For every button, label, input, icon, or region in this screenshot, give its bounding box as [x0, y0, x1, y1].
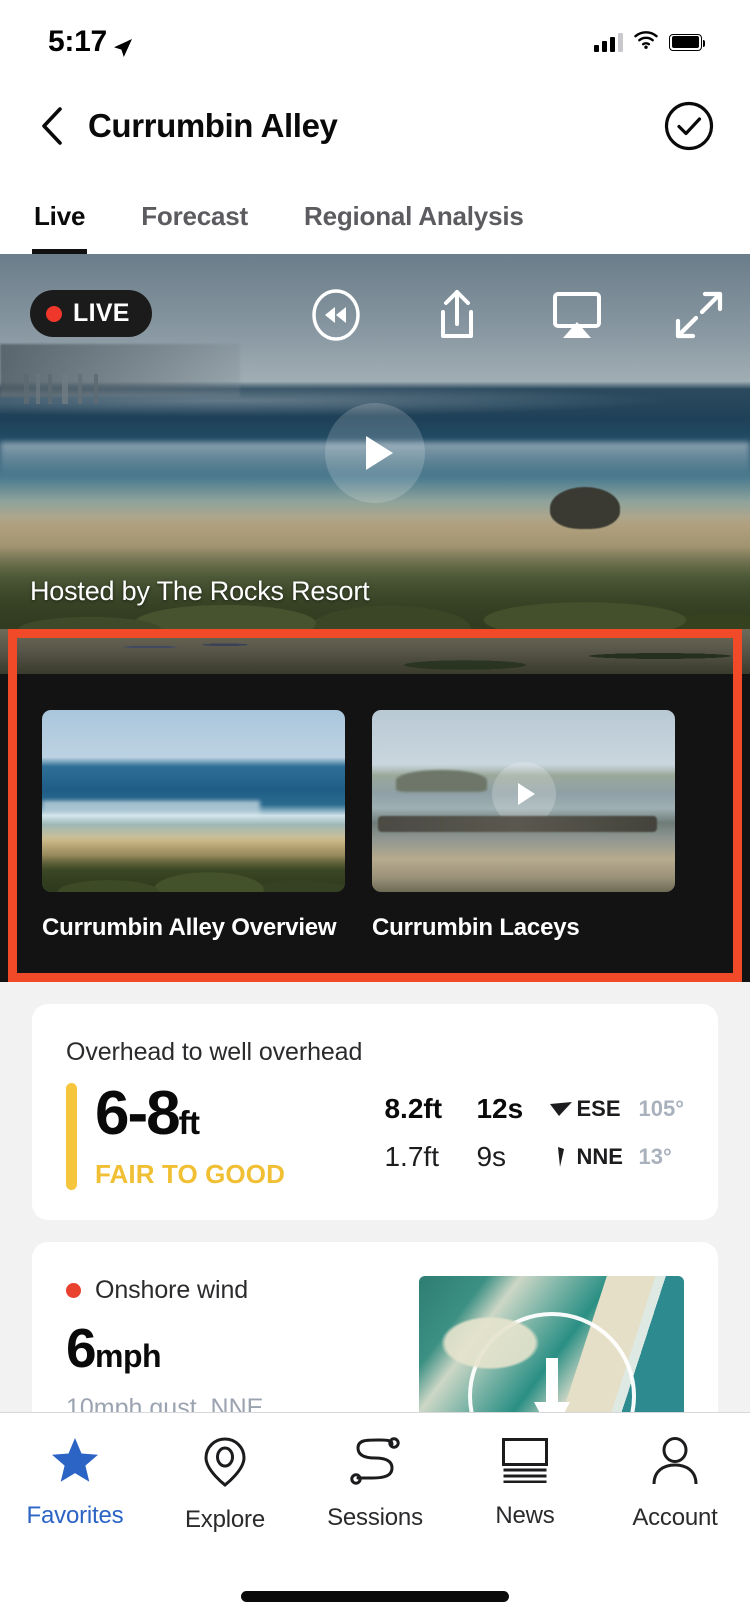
player-controls: [310, 288, 724, 342]
nav-item-account[interactable]: Account: [600, 1437, 750, 1532]
swell-direction: NNE: [576, 1144, 623, 1169]
rating-color-bar: [66, 1083, 77, 1190]
surf-height-group: 6-8ft FAIR TO GOOD: [66, 1083, 285, 1190]
swell-row-secondary: 1.7ft 9s NNE 13°: [384, 1141, 684, 1173]
swell-direction-arrow-icon: [546, 1100, 576, 1118]
wave-height: 6-8ft: [95, 1083, 285, 1145]
camera-item-currumbin-alley-overview[interactable]: Currumbin Alley Overview: [42, 710, 345, 942]
play-icon: [365, 435, 393, 470]
nav-bar: Currumbin Alley: [0, 84, 750, 168]
nav-item-explore[interactable]: Explore: [150, 1437, 300, 1534]
news-icon: [501, 1437, 549, 1488]
hosted-by-label: Hosted by The Rocks Resort: [30, 576, 370, 606]
camera-list-section: Currumbin Alley Overview Currumbin Lacey…: [0, 629, 750, 982]
swell-direction: ESE: [576, 1096, 621, 1121]
page-title: Currumbin Alley: [88, 107, 338, 144]
swell-period: 9s: [476, 1141, 507, 1172]
camera-strip-image-peek: [0, 629, 750, 674]
nav-item-favorites[interactable]: Favorites: [0, 1437, 150, 1530]
swell-list: 8.2ft 12s ESE 105° 1.7ft 9s NNE 13°: [384, 1083, 684, 1190]
swell-period: 12s: [476, 1093, 524, 1124]
video-skyline: [18, 374, 128, 404]
surf-conditions-card[interactable]: Overhead to well overhead 6-8ft FAIR TO …: [32, 1004, 718, 1220]
check-in-button[interactable]: [664, 101, 714, 151]
camera-thumbnail-image[interactable]: [42, 710, 345, 892]
nav-label: Explore: [185, 1506, 265, 1533]
wind-status-dot-icon: [66, 1283, 81, 1298]
chevron-left-icon: [42, 107, 62, 145]
wave-height-unit: ft: [178, 1104, 200, 1141]
wind-speed-unit: mph: [95, 1338, 162, 1374]
camera-thumbnail-image[interactable]: [372, 710, 675, 892]
nav-label: Sessions: [327, 1504, 423, 1531]
camera-thumbnails-row: Currumbin Alley Overview Currumbin Lacey…: [42, 710, 708, 942]
surf-rating: FAIR TO GOOD: [95, 1159, 285, 1189]
swell-direction-arrow-icon: [546, 1146, 576, 1168]
swell-row-primary: 8.2ft 12s ESE 105°: [384, 1093, 684, 1125]
person-icon: [651, 1437, 699, 1490]
live-dot-icon: [46, 305, 62, 322]
cellular-bars-icon: [594, 32, 623, 52]
play-icon: [517, 782, 535, 805]
share-icon[interactable]: [433, 288, 481, 342]
battery-icon: [669, 33, 705, 51]
surf-height-block: 6-8ft FAIR TO GOOD: [95, 1083, 285, 1190]
swell-height: 8.2ft: [384, 1093, 443, 1124]
wind-condition-row: Onshore wind: [66, 1276, 263, 1305]
check-circle-icon: [664, 101, 714, 151]
tab-live[interactable]: Live: [31, 201, 88, 254]
back-button[interactable]: [30, 104, 74, 148]
status-bar-indicators: [594, 30, 705, 54]
live-badge-label: LIVE: [73, 299, 130, 327]
camera-item-currumbin-laceys[interactable]: Currumbin Laceys: [372, 710, 675, 942]
location-arrow-icon: [113, 32, 133, 57]
video-trees: [0, 516, 750, 629]
live-video-player[interactable]: LIVE Hosted by The Rocks Resort: [0, 254, 750, 629]
nav-label: News: [495, 1502, 555, 1529]
nav-item-news[interactable]: News: [450, 1437, 600, 1530]
status-bar-time-group: 5:17: [48, 25, 133, 59]
bottom-nav-bar: Favorites Explore Sessions News Account: [0, 1412, 750, 1624]
home-indicator: [241, 1591, 509, 1602]
play-button[interactable]: [325, 402, 425, 503]
surf-body: 6-8ft FAIR TO GOOD 8.2ft 12s ESE 105° 1.…: [66, 1083, 684, 1190]
fullscreen-icon[interactable]: [674, 290, 724, 340]
wind-speed: 6mph: [66, 1321, 263, 1376]
wifi-icon: [634, 30, 658, 54]
star-icon: [51, 1437, 99, 1488]
airplay-icon[interactable]: [551, 290, 603, 340]
nav-label: Account: [632, 1504, 718, 1531]
camera-play-button[interactable]: [491, 761, 556, 826]
rewind-icon[interactable]: [310, 289, 362, 341]
map-pin-icon: [203, 1437, 247, 1492]
swell-degrees: 13°: [638, 1144, 672, 1169]
nav-item-sessions[interactable]: Sessions: [300, 1437, 450, 1532]
tab-forecast[interactable]: Forecast: [141, 201, 248, 254]
wave-height-value: 6-8: [95, 1079, 181, 1148]
wind-speed-value: 6: [66, 1317, 97, 1379]
nav-label: Favorites: [26, 1502, 124, 1529]
section-tabs: Live Forecast Regional Analysis: [0, 168, 750, 254]
wind-condition-label: Onshore wind: [95, 1276, 249, 1304]
sessions-path-icon: [350, 1437, 400, 1490]
tab-regional-analysis[interactable]: Regional Analysis: [304, 201, 524, 254]
app-screen: 5:17 Currumbin Alley Live Forecast Regio…: [0, 0, 750, 1624]
swell-degrees: 105°: [638, 1096, 684, 1121]
wind-info: Onshore wind 6mph 10mph gust, NNE: [66, 1276, 263, 1423]
status-bar: 5:17: [0, 0, 750, 84]
camera-thumbnails-panel: Currumbin Alley Overview Currumbin Lacey…: [0, 674, 750, 982]
swell-height: 1.7ft: [384, 1141, 439, 1172]
live-badge: LIVE: [30, 290, 152, 337]
surf-description: Overhead to well overhead: [66, 1038, 363, 1066]
status-bar-time: 5:17: [48, 25, 107, 58]
camera-label: Currumbin Alley Overview: [42, 914, 337, 941]
camera-label: Currumbin Laceys: [372, 914, 580, 941]
